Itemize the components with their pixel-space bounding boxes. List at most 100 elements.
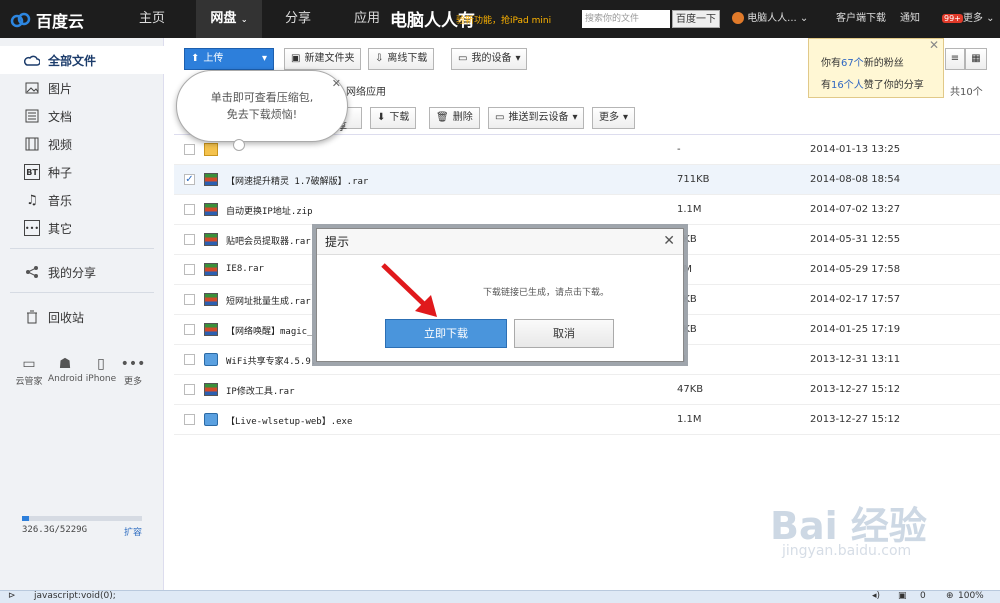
file-date: 2013-12-27 15:12 (810, 384, 901, 395)
red-arrow-icon (381, 263, 437, 317)
sidebar-item-other[interactable]: ••• 其它 (0, 214, 164, 242)
file-name[interactable]: 【网络唤醒】magic_ (226, 324, 313, 337)
sidebar-toggle-icon[interactable]: ⊳ (8, 591, 16, 601)
row-checkbox[interactable] (184, 234, 195, 245)
new-folder-icon: ▣ (291, 53, 301, 64)
zoom-icon: ⊕ (946, 591, 954, 601)
close-icon[interactable]: ✕ (332, 75, 341, 92)
baidu-cloud-logo[interactable]: 百度云 (10, 8, 84, 32)
bt-icon: BT (24, 164, 40, 180)
more-button[interactable]: 更多 ▾ (592, 107, 636, 129)
sidebar-item-all-files[interactable]: 全部文件 (0, 46, 164, 74)
sidebar-item-my-share[interactable]: 我的分享 (0, 258, 164, 286)
offline-download-button[interactable]: ⇩ 离线下载 (368, 48, 435, 70)
chevron-down-icon: ▾ (261, 53, 267, 64)
device-android[interactable]: ☗ Android (48, 356, 83, 384)
nav-home[interactable]: 主页 (122, 0, 182, 38)
delete-button[interactable]: 🗑 删除 (429, 107, 480, 129)
download-button[interactable]: ⬇ 下载 (370, 107, 417, 129)
nav-netdisk-label: 网盘 (210, 11, 237, 26)
cancel-button[interactable]: 取消 (514, 319, 614, 348)
nav-apps[interactable]: 应用 (340, 0, 394, 38)
folder-icon (204, 143, 218, 156)
likes-notice[interactable]: 有16个人赞了你的分享 (821, 75, 943, 97)
rar-file-icon (204, 233, 218, 246)
file-row[interactable]: 自动更换IP地址.zip 1.1M 2014-07-02 13:27 (174, 195, 1000, 225)
tooltip-line1: 单击即可查看压缩包, (210, 91, 314, 104)
more-menu[interactable]: 99+ 更多 ⌄ (942, 0, 994, 38)
device-label: 更多 (123, 377, 142, 387)
device-iphone[interactable]: ▯ iPhone (84, 356, 118, 384)
row-checkbox[interactable] (184, 354, 195, 365)
client-download-link[interactable]: 客户端下载 (836, 0, 886, 38)
search-button[interactable]: 百度一下 (672, 10, 720, 28)
watermark: Bai 经验 (770, 504, 927, 548)
divider (10, 292, 154, 293)
sidebar-item-videos[interactable]: 视频 (0, 130, 164, 158)
device-cloud-manager[interactable]: ▭ 云管家 (12, 356, 46, 387)
file-name[interactable]: 短网址批量生成.rar (226, 294, 311, 307)
row-checkbox[interactable] (184, 324, 195, 335)
cloud-icon (24, 52, 40, 68)
chevron-down-icon: ▾ (572, 112, 578, 123)
sidebar-item-trash[interactable]: 回收站 (0, 303, 164, 331)
file-row[interactable]: 【Live-wlsetup-web】.exe 1.1M 2013-12-27 15:… (174, 405, 1000, 435)
file-name[interactable]: 自动更换IP地址.zip (226, 204, 313, 217)
divider (10, 248, 154, 249)
search-input[interactable]: 搜索你的文件 (582, 10, 670, 28)
file-date: 2014-01-13 13:25 (810, 144, 901, 155)
device-icon: ▭ (458, 53, 468, 64)
sidebar-item-torrents[interactable]: BT 种子 (0, 158, 164, 186)
sidebar-item-label: 其它 (48, 221, 73, 236)
file-name[interactable]: 【Live-wlsetup-web】.exe (226, 414, 352, 427)
breadcrumb[interactable]: 网络应用 (346, 83, 386, 98)
chevron-down-icon: ▾ (515, 53, 521, 64)
row-checkbox[interactable] (184, 294, 195, 305)
notice-link[interactable]: 通知 (900, 0, 920, 38)
sidebar-item-music[interactable]: ♫ 音乐 (0, 186, 164, 214)
device-more[interactable]: ••• 更多 (116, 356, 150, 387)
file-size: 47KB (677, 384, 704, 395)
watermark-url: jingyan.baidu.com (782, 543, 912, 559)
chevron-down-icon: ⌄ (986, 13, 995, 24)
file-name[interactable]: IE8.rar (226, 264, 264, 274)
file-name[interactable]: IP修改工具.rar (226, 384, 295, 397)
push-to-device-button[interactable]: ▭ 推送到云设备 ▾ (488, 107, 585, 129)
file-row[interactable]: ✓ 【网速提升精灵 1.7破解版】.rar 711KB 2014-08-08 18:5… (174, 165, 1000, 195)
nav-netdisk[interactable]: 网盘 ⌄ (196, 0, 262, 38)
row-checkbox[interactable] (184, 144, 195, 155)
android-icon: ☗ (58, 356, 72, 372)
sidebar-item-pictures[interactable]: 图片 (0, 74, 164, 102)
close-icon[interactable]: ✕ (663, 233, 675, 249)
file-name[interactable]: 【网速提升精灵 1.7破解版】.rar (226, 174, 368, 187)
file-name[interactable]: 贴吧会员提取器.rar (226, 234, 311, 247)
new-folder-button[interactable]: ▣ 新建文件夹 (284, 48, 362, 70)
sidebar-item-documents[interactable]: 文档 (0, 102, 164, 130)
row-checkbox[interactable] (184, 204, 195, 215)
file-name[interactable]: WiFi共享专家4.5.9. (226, 354, 316, 367)
list-view-button[interactable]: ≡ (945, 48, 965, 70)
close-icon[interactable]: ✕ (929, 37, 939, 53)
nav-share[interactable]: 分享 (270, 0, 326, 38)
download-now-button[interactable]: 立即下载 (385, 319, 507, 348)
expand-link[interactable]: 扩容 (124, 525, 142, 538)
speaker-icon[interactable]: ◂) (872, 591, 880, 601)
file-row[interactable]: IP修改工具.rar 47KB 2013-12-27 15:12 (174, 375, 1000, 405)
row-checkbox[interactable] (184, 384, 195, 395)
user-menu[interactable]: 电脑人人... ⌄ (732, 0, 808, 38)
row-checkbox[interactable]: ✓ (184, 174, 195, 185)
file-size: 1.1M (677, 414, 702, 425)
file-date: 2014-05-31 12:55 (810, 234, 901, 245)
row-checkbox[interactable] (184, 414, 195, 425)
sidebar-item-label: 回收站 (48, 310, 85, 325)
tooltip-tail (233, 139, 245, 151)
fans-notice[interactable]: 你有67个新的粉丝 (821, 53, 943, 75)
promo-subtext[interactable]: 验新功能，抢iPad mini (456, 13, 551, 26)
upload-button[interactable]: ⬆ 上传 ▾ (184, 48, 274, 70)
my-devices-button[interactable]: ▭ 我的设备 ▾ (451, 48, 528, 70)
row-checkbox[interactable] (184, 264, 195, 275)
grid-view-button[interactable]: ▦ (965, 48, 987, 70)
monitor-icon: ▭ (22, 356, 36, 372)
my-devices-label: 我的设备 (471, 53, 512, 64)
zoom-level[interactable]: 100% (958, 591, 984, 601)
